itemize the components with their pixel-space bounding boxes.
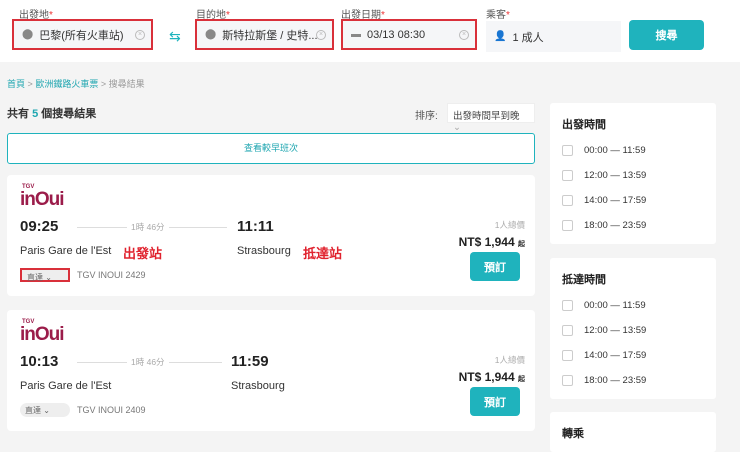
filter-option[interactable]: 18:00 — 23:59 <box>562 374 716 387</box>
sep: > <box>27 79 33 89</box>
swap-icon[interactable]: ⇆ <box>169 28 181 45</box>
passenger-input[interactable]: 👤 1 成人 <box>486 21 621 52</box>
arrive-time: 11:11 <box>237 218 274 235</box>
filter-option[interactable]: 12:00 — 13:59 <box>562 324 716 337</box>
filter-option[interactable]: 00:00 — 11:59 <box>562 299 716 312</box>
train-card: TGV inOui 10:13 1時 46分 11:59 Paris Gare d… <box>7 310 535 431</box>
depart-time: 09:25 <box>20 218 59 235</box>
duration: 1時 46分 <box>77 356 222 368</box>
pax-value: 1 成人 <box>512 31 544 44</box>
to-annotation: 抵達站 <box>303 246 343 261</box>
to-station: Strasbourg <box>237 245 291 257</box>
to-station: Strasbourg <box>231 380 285 392</box>
clear-icon[interactable]: × <box>459 29 469 40</box>
filter-title: 抵達時間 <box>562 274 606 286</box>
from-station: Paris Gare de l'Est <box>20 380 112 392</box>
filter-option[interactable]: 12:00 — 13:59 <box>562 169 716 182</box>
filter-arrive-time: 抵達時間 00:00 — 11:59 12:00 — 13:59 14:00 —… <box>550 258 716 399</box>
arrive-time: 11:59 <box>231 353 269 370</box>
search-button[interactable]: 搜尋 <box>629 20 704 50</box>
sort-select[interactable]: 出發時間早到晚 ⌄ <box>447 103 535 133</box>
search-bar: 出發地* ⬤ 巴黎(所有火車站) × ⇆ 目的地* ⬤ 斯特拉斯堡 / 史特... × … <box>0 0 740 62</box>
filter-transfer: 轉乘 <box>550 412 716 452</box>
filter-option[interactable]: 14:00 — 17:59 <box>562 349 716 362</box>
pax-label: 乘客* <box>486 10 510 21</box>
book-button[interactable]: 預訂 <box>470 387 520 416</box>
train-card: TGV inOui 09:25 1時 46分 11:11 Paris Gare d… <box>7 175 535 296</box>
breadcrumb-home[interactable]: 首頁 <box>7 79 25 89</box>
calendar-icon: ▬ <box>351 29 361 40</box>
breadcrumb-current: 搜尋結果 <box>108 79 145 89</box>
book-button[interactable]: 預訂 <box>470 252 520 281</box>
sort-label: 排序: <box>415 111 438 122</box>
filter-option[interactable]: 00:00 — 11:59 <box>562 144 716 157</box>
depart-time: 10:13 <box>20 353 59 370</box>
checkbox[interactable] <box>562 220 573 231</box>
price: NT$ 1,944 起 <box>458 235 525 249</box>
result-count: 共有 5 個搜尋結果 <box>7 108 97 120</box>
tgv-inoui-logo: TGV inOui <box>20 184 65 210</box>
checkbox[interactable] <box>562 195 573 206</box>
checkbox[interactable] <box>562 300 573 311</box>
price-label: 1人總價 <box>494 355 525 365</box>
sep: > <box>100 79 107 89</box>
to-value: 斯特拉斯堡 / 史特... <box>222 29 318 42</box>
to-input[interactable]: ⬤ 斯特拉斯堡 / 史特... × <box>195 19 334 50</box>
from-value: 巴黎(所有火車站) <box>39 29 124 42</box>
checkbox[interactable] <box>562 145 573 156</box>
checkbox[interactable] <box>562 325 573 336</box>
location-pin-icon: ⬤ <box>22 29 34 40</box>
filter-depart-time: 出發時間 00:00 — 11:59 12:00 — 13:59 14:00 —… <box>550 103 716 244</box>
price: NT$ 1,944 起 <box>458 370 525 384</box>
date-value: 03/13 08:30 <box>367 28 426 41</box>
from-annotation: 出發站 <box>123 246 163 261</box>
tgv-inoui-logo: TGV inOui <box>20 319 65 345</box>
earlier-trains-button[interactable]: 查看較早班次 <box>7 133 535 164</box>
person-icon: 👤 <box>494 31 507 42</box>
checkbox[interactable] <box>562 350 573 361</box>
checkbox[interactable] <box>562 170 573 181</box>
chevron-down-icon: ⌄ <box>453 122 461 133</box>
date-input[interactable]: ▬ 03/13 08:30 × <box>341 19 477 50</box>
clear-icon[interactable]: × <box>135 29 145 40</box>
train-number: TGV INOUI 2409 <box>77 405 146 415</box>
from-input[interactable]: ⬤ 巴黎(所有火車站) × <box>12 19 153 50</box>
train-number: TGV INOUI 2429 <box>77 270 146 280</box>
checkbox[interactable] <box>562 375 573 386</box>
filter-option[interactable]: 18:00 — 23:59 <box>562 219 716 232</box>
filter-option[interactable]: 14:00 — 17:59 <box>562 194 716 207</box>
from-station: Paris Gare de l'Est <box>20 245 112 257</box>
price-label: 1人總價 <box>494 220 525 230</box>
direct-dropdown[interactable]: 直達 ⌄ <box>20 268 70 282</box>
location-pin-icon: ⬤ <box>205 29 217 40</box>
breadcrumb: 首頁 > 歐洲鐵路火車票 > 搜尋結果 <box>7 77 145 90</box>
filter-title: 出發時間 <box>562 119 606 131</box>
duration: 1時 46分 <box>77 221 227 233</box>
clear-icon[interactable]: × <box>316 29 326 40</box>
direct-dropdown[interactable]: 直達 ⌄ <box>20 403 70 417</box>
breadcrumb-rail[interactable]: 歐洲鐵路火車票 <box>35 79 98 89</box>
